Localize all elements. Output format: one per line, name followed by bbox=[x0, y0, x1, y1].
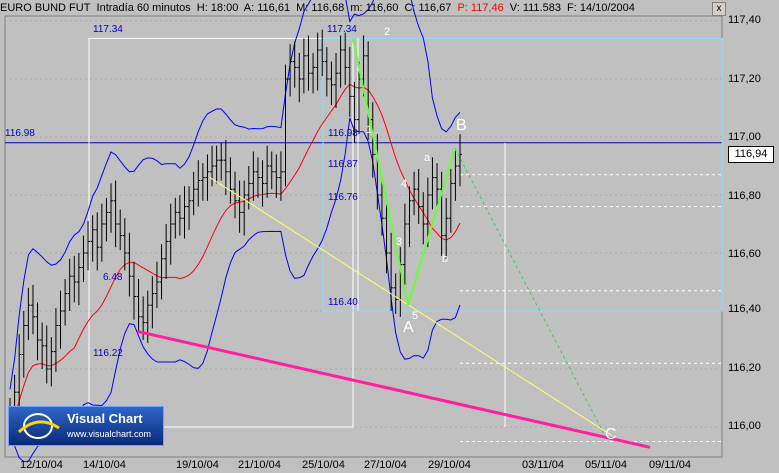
level-label: 117.34 bbox=[327, 24, 357, 35]
x-tick: 21/10/04 bbox=[238, 459, 281, 471]
y-tick: 117,20 bbox=[728, 73, 761, 85]
chart-header: EURO BUND FUT Intradía 60 minutos H: 18:… bbox=[0, 0, 779, 16]
period-label: Intradía 60 minutos bbox=[96, 2, 191, 14]
level-label: 116.22 bbox=[93, 348, 123, 359]
volume-value: V: 111.583 bbox=[509, 2, 561, 14]
p-value: P: 117,46 bbox=[457, 2, 504, 14]
y-tick: 116,80 bbox=[728, 190, 761, 202]
globe-icon bbox=[17, 413, 60, 439]
price-chart[interactable] bbox=[0, 0, 779, 473]
logo-url: www.visualchart.com bbox=[67, 429, 152, 439]
wave-b-small-label: b bbox=[442, 253, 449, 265]
close-chart-button[interactable]: x bbox=[712, 2, 726, 16]
level-label: 116.87 bbox=[328, 159, 358, 170]
date-value: F: 14/10/2004 bbox=[567, 2, 635, 14]
y-tick: 116,20 bbox=[728, 362, 761, 374]
open-value: A: 116,61 bbox=[243, 2, 291, 14]
x-tick: 27/10/04 bbox=[364, 459, 407, 471]
x-tick: 19/10/04 bbox=[176, 459, 219, 471]
x-tick: 14/10/04 bbox=[83, 459, 126, 471]
y-tick: 117,40 bbox=[728, 14, 761, 26]
x-tick: 09/11/04 bbox=[649, 459, 692, 471]
wave-3-label: 3 bbox=[396, 236, 403, 248]
level-label: 116.40 bbox=[328, 297, 358, 308]
x-tick: 05/11/04 bbox=[585, 459, 628, 471]
close-value: C: 116,67 bbox=[404, 2, 452, 14]
wave-c-label: C bbox=[605, 426, 617, 443]
level-label: 116.98 bbox=[328, 128, 358, 139]
wave-1-label: 1 bbox=[366, 124, 373, 136]
level-label: 6.48 bbox=[103, 272, 123, 283]
wave-5-label: 5 bbox=[412, 310, 419, 322]
visual-chart-logo: Visual Chart www.visualchart.com bbox=[8, 406, 164, 446]
level-label: 116.98 bbox=[5, 128, 35, 139]
level-label: 116.76 bbox=[328, 192, 358, 203]
y-tick: 116,60 bbox=[728, 248, 761, 260]
y-tick: 116,00 bbox=[728, 420, 761, 432]
logo-title: Visual Chart bbox=[67, 411, 143, 426]
x-tick: 03/11/04 bbox=[522, 459, 565, 471]
instrument-name: EURO BUND FUT bbox=[0, 2, 91, 14]
wave-b-label: B bbox=[456, 117, 467, 134]
high-value: M: 116,68 bbox=[296, 2, 345, 14]
hour-value: H: 18:00 bbox=[196, 2, 239, 14]
x-tick: 25/10/04 bbox=[302, 459, 345, 471]
x-tick: 12/10/04 bbox=[20, 459, 63, 471]
y-tick: 116,40 bbox=[728, 303, 761, 315]
y-tick: 117,00 bbox=[728, 131, 761, 143]
level-label: 117.34 bbox=[93, 24, 123, 35]
x-tick: 29/10/04 bbox=[428, 459, 471, 471]
last-price-marker: 116,94 bbox=[728, 146, 774, 163]
wave-2-label: 2 bbox=[384, 26, 391, 38]
low-value: m: 116,60 bbox=[350, 2, 399, 14]
wave-4-label: 4 bbox=[401, 178, 408, 190]
wave-a-small-label: a bbox=[424, 152, 431, 164]
